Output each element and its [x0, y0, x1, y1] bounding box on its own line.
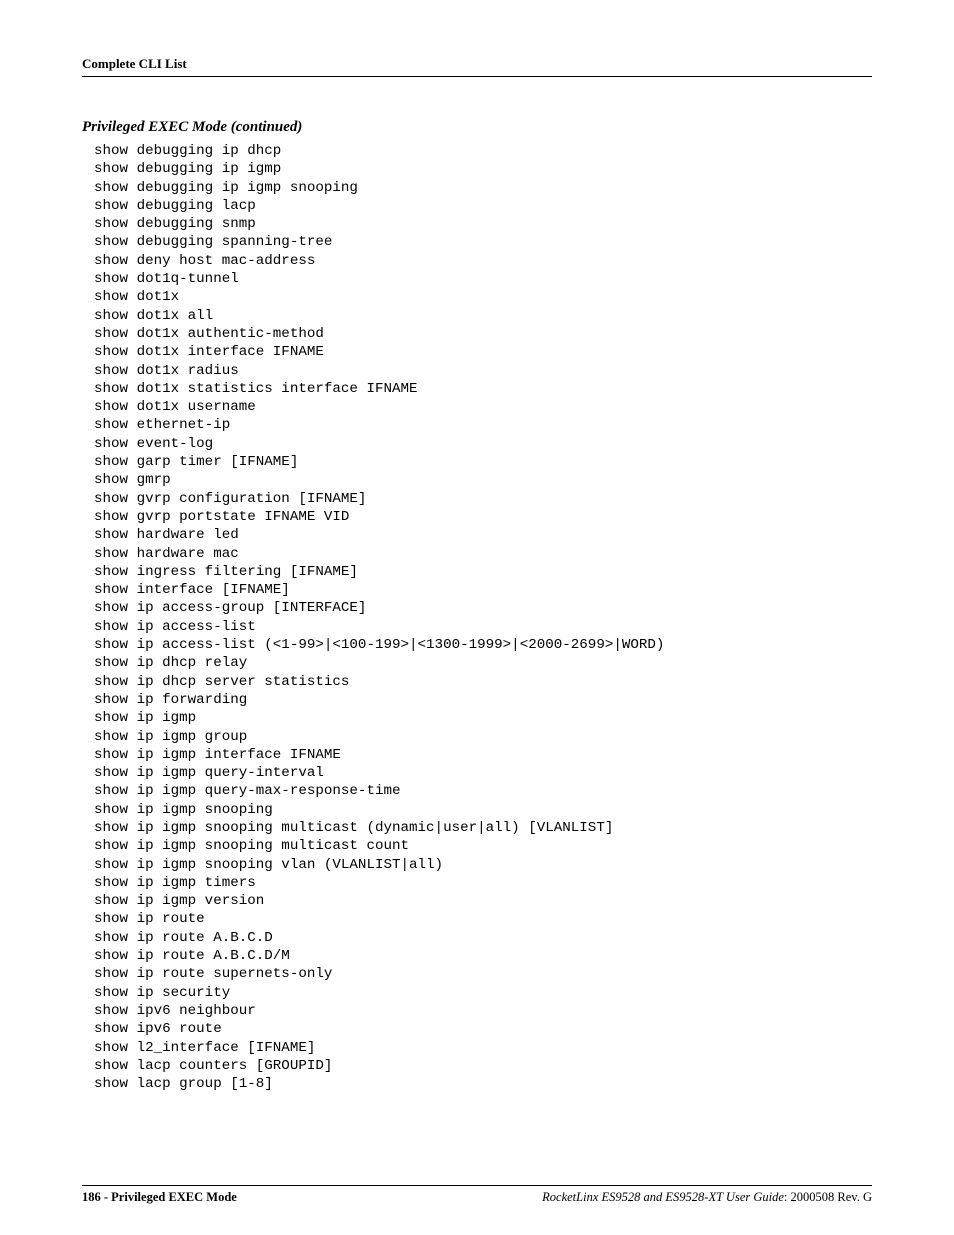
header-title: Complete CLI List — [82, 56, 187, 71]
document-page: Complete CLI List Privileged EXEC Mode (… — [0, 0, 954, 1093]
footer-page-number: 186 — [82, 1190, 101, 1204]
page-header: Complete CLI List — [82, 56, 872, 77]
footer-doc-id: 2000508 Rev. G — [791, 1190, 872, 1204]
section-title: Privileged EXEC Mode (continued) — [82, 119, 872, 136]
footer-section-name: Privileged EXEC Mode — [111, 1190, 237, 1204]
footer-separator: - — [101, 1190, 111, 1204]
page-footer: 186 - Privileged EXEC Mode RocketLinx ES… — [82, 1185, 872, 1205]
footer-right: RocketLinx ES9528 and ES9528-XT User Gui… — [542, 1190, 872, 1205]
footer-left: 186 - Privileged EXEC Mode — [82, 1190, 237, 1205]
section-title-text: Privileged EXEC Mode (continued) — [82, 119, 302, 135]
footer-guide-title: RocketLinx ES9528 and ES9528-XT User Gui… — [542, 1190, 784, 1204]
footer-doc-id-sep: : — [784, 1190, 791, 1204]
cli-command-list: show debugging ip dhcp show debugging ip… — [94, 142, 872, 1093]
